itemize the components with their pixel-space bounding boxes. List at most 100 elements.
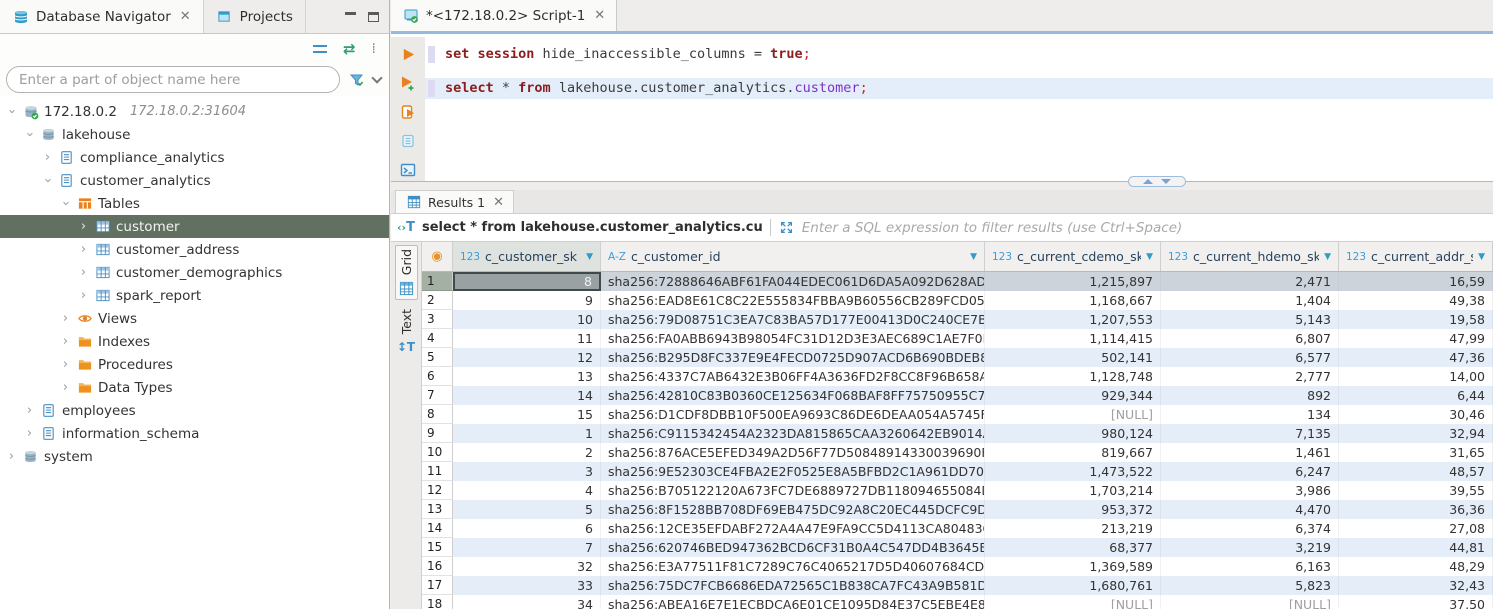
row-number[interactable]: 12 bbox=[422, 481, 453, 500]
table-row[interactable]: 91sha256:C9115342454A2323DA815865CAA3260… bbox=[422, 424, 1493, 443]
cell-c_current_addr_sk[interactable]: 47,36 bbox=[1339, 348, 1493, 367]
cell-c_current_cdemo_sk[interactable]: [NULL] bbox=[985, 595, 1161, 609]
tree-item-customer[interactable]: ›customer bbox=[0, 215, 389, 238]
search-options-chevron-icon[interactable] bbox=[371, 72, 382, 83]
cell-c_current_addr_sk[interactable]: 6,44 bbox=[1339, 386, 1493, 405]
row-number[interactable]: 17 bbox=[422, 576, 453, 595]
table-row[interactable]: 1733sha256:75DC7FCB6686EDA72565C1B838CA7… bbox=[422, 576, 1493, 595]
cell-c_current_cdemo_sk[interactable]: 1,168,667 bbox=[985, 291, 1161, 310]
column-header-c_current_hdemo_sk[interactable]: 123c_current_hdemo_sk▼ bbox=[1161, 242, 1339, 271]
explain-plan-icon[interactable] bbox=[399, 132, 417, 150]
collapse-all-icon[interactable] bbox=[313, 45, 327, 53]
cell-c_current_cdemo_sk[interactable]: 1,128,748 bbox=[985, 367, 1161, 386]
cell-c_current_addr_sk[interactable]: 39,55 bbox=[1339, 481, 1493, 500]
cell-c_current_cdemo_sk[interactable]: 502,141 bbox=[985, 348, 1161, 367]
cell-c_current_hdemo_sk[interactable]: 1,461 bbox=[1161, 443, 1339, 462]
cell-c_customer_id[interactable]: sha256:E3A77511F81C7289C76C4065217D5D406… bbox=[601, 557, 985, 576]
cell-c_current_hdemo_sk[interactable]: 892 bbox=[1161, 386, 1339, 405]
cell-c_current_cdemo_sk[interactable]: 1,207,553 bbox=[985, 310, 1161, 329]
row-number[interactable]: 13 bbox=[422, 500, 453, 519]
cell-c_customer_id[interactable]: sha256:B705122120A673FC7DE6889727DB11809… bbox=[601, 481, 985, 500]
tree-item-data-types[interactable]: ›Data Types bbox=[0, 376, 389, 399]
cell-c_customer_id[interactable]: sha256:42810C83B0360CE125634F068BAF8FF75… bbox=[601, 386, 985, 405]
cell-c_customer_sk[interactable]: 1 bbox=[453, 424, 601, 443]
sql-console-icon[interactable] bbox=[399, 161, 417, 179]
chevron-collapsed-icon[interactable]: › bbox=[78, 242, 89, 257]
cell-c_customer_id[interactable]: sha256:4337C7AB6432E3B06FF4A3636FD2F8CC8… bbox=[601, 367, 985, 386]
tree-item-compliance-analytics[interactable]: ›compliance_analytics bbox=[0, 146, 389, 169]
cell-c_customer_id[interactable]: sha256:12CE35EFDABF272A4A47E9FA9CC5D4113… bbox=[601, 519, 985, 538]
cell-c_current_addr_sk[interactable]: 44,81 bbox=[1339, 538, 1493, 557]
collapse-down-icon[interactable] bbox=[1161, 179, 1171, 184]
expand-filter-icon[interactable] bbox=[778, 220, 795, 236]
cell-c_current_hdemo_sk[interactable]: 2,777 bbox=[1161, 367, 1339, 386]
cell-c_customer_sk[interactable]: 10 bbox=[453, 310, 601, 329]
row-number[interactable]: 18 bbox=[422, 595, 453, 609]
sql-code-area[interactable]: set session hide_inaccessible_columns = … bbox=[425, 37, 1493, 181]
tree-item-tables[interactable]: ›Tables bbox=[0, 192, 389, 215]
filter-funnel-icon[interactable] bbox=[348, 72, 365, 88]
view-menu-icon[interactable]: ⁞ bbox=[372, 42, 377, 56]
cell-c_current_cdemo_sk[interactable]: 1,473,522 bbox=[985, 462, 1161, 481]
tab-script-1[interactable]: *<172.18.0.2> Script-1 ✕ bbox=[391, 0, 617, 31]
table-row[interactable]: 1632sha256:E3A77511F81C7289C76C4065217D5… bbox=[422, 557, 1493, 576]
table-row[interactable]: 815sha256:D1CDF8DBB10F500EA9693C86DE6DEA… bbox=[422, 405, 1493, 424]
sash-collapse-control[interactable] bbox=[1128, 176, 1186, 187]
table-row[interactable]: 411sha256:FA0ABB6943B98054FC31D12D3E3AEC… bbox=[422, 329, 1493, 348]
row-number[interactable]: 5 bbox=[422, 348, 453, 367]
cell-c_current_cdemo_sk[interactable]: 953,372 bbox=[985, 500, 1161, 519]
cell-c_current_addr_sk[interactable]: 37,50 bbox=[1339, 595, 1493, 609]
cell-c_customer_id[interactable]: sha256:EAD8E61C8C22E555834FBBA9B60556CB2… bbox=[601, 291, 985, 310]
cell-c_current_addr_sk[interactable]: 19,58 bbox=[1339, 310, 1493, 329]
cell-c_customer_id[interactable]: sha256:79D08751C3EA7C83BA57D177E00413D0C… bbox=[601, 310, 985, 329]
cell-c_customer_id[interactable]: sha256:ABEA16E7E1ECBDCA6E01CE1095D84E37C… bbox=[601, 595, 985, 609]
cell-c_customer_id[interactable]: sha256:8F1528BB708DF69EB475DC92A8C20EC44… bbox=[601, 500, 985, 519]
cell-c_customer_id[interactable]: sha256:9E52303CE4FBA2E2F0525E8A5BFBD2C1A… bbox=[601, 462, 985, 481]
table-row[interactable]: 310sha256:79D08751C3EA7C83BA57D177E00413… bbox=[422, 310, 1493, 329]
chevron-collapsed-icon[interactable]: › bbox=[78, 265, 89, 280]
cell-c_current_hdemo_sk[interactable]: 134 bbox=[1161, 405, 1339, 424]
cell-c_customer_sk[interactable]: 11 bbox=[453, 329, 601, 348]
tree-item-172-18-0-2[interactable]: ›172.18.0.2172.18.0.2:31604 bbox=[0, 100, 389, 123]
cell-c_customer_sk[interactable]: 12 bbox=[453, 348, 601, 367]
link-with-editor-icon[interactable]: ⇄ bbox=[343, 42, 356, 57]
table-row[interactable]: 157sha256:620746BED947362BCD6CF31B0A4C54… bbox=[422, 538, 1493, 557]
cell-c_customer_sk[interactable]: 13 bbox=[453, 367, 601, 386]
chevron-expanded-icon[interactable]: › bbox=[58, 198, 73, 209]
cell-c_customer_id[interactable]: sha256:D1CDF8DBB10F500EA9693C86DE6DEAA05… bbox=[601, 405, 985, 424]
chevron-collapsed-icon[interactable]: › bbox=[78, 288, 89, 303]
tab-results-1[interactable]: Results 1 ✕ bbox=[395, 190, 514, 213]
chevron-collapsed-icon[interactable]: › bbox=[60, 334, 71, 349]
tree-item-views[interactable]: ›Views bbox=[0, 307, 389, 330]
table-row[interactable]: 146sha256:12CE35EFDABF272A4A47E9FA9CC5D4… bbox=[422, 519, 1493, 538]
cell-c_current_cdemo_sk[interactable]: 1,215,897 bbox=[985, 272, 1161, 291]
table-row[interactable]: 714sha256:42810C83B0360CE125634F068BAF8F… bbox=[422, 386, 1493, 405]
cell-c_customer_id[interactable]: sha256:620746BED947362BCD6CF31B0A4C547DD… bbox=[601, 538, 985, 557]
row-number[interactable]: 6 bbox=[422, 367, 453, 386]
table-row[interactable]: 1834sha256:ABEA16E7E1ECBDCA6E01CE1095D84… bbox=[422, 595, 1493, 609]
tree-item-information-schema[interactable]: ›information_schema bbox=[0, 422, 389, 445]
cell-c_current_addr_sk[interactable]: 47,99 bbox=[1339, 329, 1493, 348]
cell-c_customer_id[interactable]: sha256:C9115342454A2323DA815865CAA326064… bbox=[601, 424, 985, 443]
cell-c_current_addr_sk[interactable]: 48,57 bbox=[1339, 462, 1493, 481]
cell-c_customer_sk[interactable]: 5 bbox=[453, 500, 601, 519]
cell-c_customer_sk[interactable]: 2 bbox=[453, 443, 601, 462]
chevron-collapsed-icon[interactable]: › bbox=[24, 403, 35, 418]
row-number[interactable]: 3 bbox=[422, 310, 453, 329]
tree-item-customer-address[interactable]: ›customer_address bbox=[0, 238, 389, 261]
view-tab-text[interactable]: Text ↕T bbox=[395, 306, 417, 356]
chevron-collapsed-icon[interactable]: › bbox=[60, 357, 71, 372]
object-search-input[interactable] bbox=[6, 66, 340, 93]
cell-c_current_addr_sk[interactable]: 14,00 bbox=[1339, 367, 1493, 386]
cell-c_current_hdemo_sk[interactable]: 4,470 bbox=[1161, 500, 1339, 519]
cell-c_customer_sk[interactable]: 3 bbox=[453, 462, 601, 481]
column-header-c_current_cdemo_sk[interactable]: 123c_current_cdemo_sk▼ bbox=[985, 242, 1161, 271]
execute-new-tab-icon[interactable] bbox=[399, 74, 417, 92]
cell-c_current_cdemo_sk[interactable]: 1,114,415 bbox=[985, 329, 1161, 348]
row-number[interactable]: 16 bbox=[422, 557, 453, 576]
row-number[interactable]: 9 bbox=[422, 424, 453, 443]
cell-c_customer_sk[interactable]: 9 bbox=[453, 291, 601, 310]
row-number[interactable]: 2 bbox=[422, 291, 453, 310]
cell-c_current_hdemo_sk[interactable]: 6,247 bbox=[1161, 462, 1339, 481]
close-icon[interactable]: ✕ bbox=[180, 9, 191, 24]
